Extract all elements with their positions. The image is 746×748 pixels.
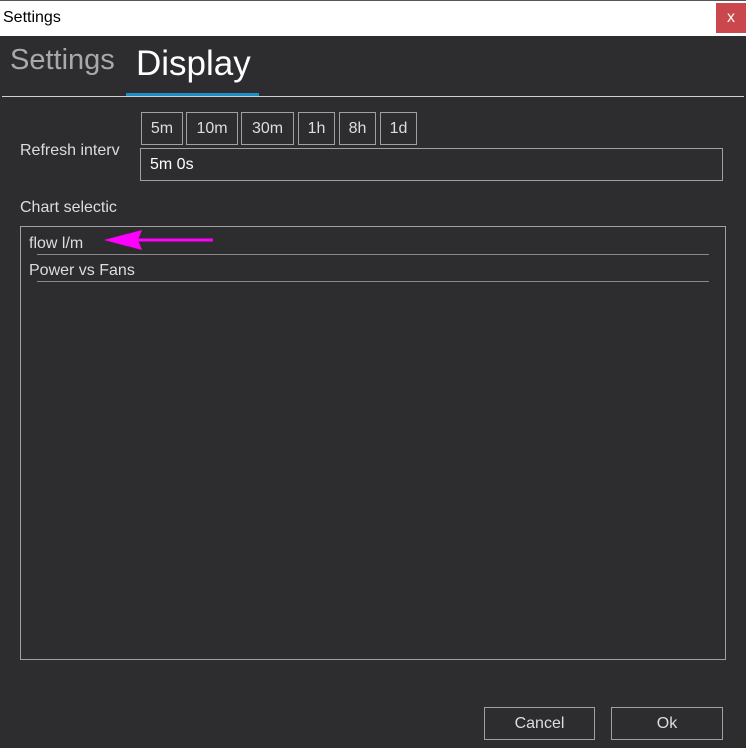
preset-1d-button[interactable]: 1d <box>380 112 417 145</box>
preset-10m-button[interactable]: 10m <box>186 112 238 145</box>
ok-button[interactable]: Ok <box>611 707 723 740</box>
refresh-interval-label: Refresh interv <box>20 142 120 159</box>
list-separator <box>37 281 709 282</box>
cancel-button[interactable]: Cancel <box>484 707 595 740</box>
annotation-arrow-icon <box>104 230 213 250</box>
chart-selection-label: Chart selectic <box>20 199 117 216</box>
tab-divider <box>2 96 744 97</box>
list-item-flow[interactable]: flow l/m <box>29 235 83 253</box>
close-button[interactable]: x <box>716 3 746 33</box>
tab-settings[interactable]: Settings <box>10 44 115 77</box>
list-item-power-vs-fans[interactable]: Power vs Fans <box>29 262 135 280</box>
preset-30m-button[interactable]: 30m <box>241 112 294 145</box>
title-bar <box>0 0 746 36</box>
list-separator <box>37 254 709 255</box>
chart-selection-list[interactable]: flow l/m Power vs Fans <box>20 226 726 660</box>
window-title: Settings <box>3 9 61 26</box>
preset-8h-button[interactable]: 8h <box>339 112 376 145</box>
refresh-interval-input[interactable]: 5m 0s <box>140 148 723 181</box>
preset-1h-button[interactable]: 1h <box>298 112 335 145</box>
tab-display[interactable]: Display <box>136 44 251 84</box>
preset-5m-button[interactable]: 5m <box>141 112 183 145</box>
